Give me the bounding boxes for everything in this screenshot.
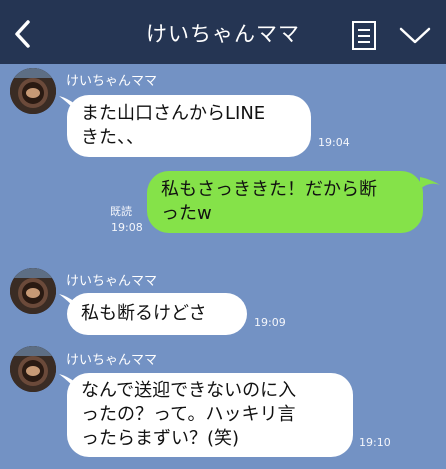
avatar[interactable] <box>10 68 56 114</box>
coffee-cup-avatar-icon <box>10 268 56 314</box>
message-text: なんで送迎できないのに入 ったの？って。ハッキリ言 ったらまずい？(笑) <box>81 380 297 449</box>
message-time: 19:09 <box>254 316 286 329</box>
message-bubble[interactable]: 私も断るけどさ <box>67 293 247 335</box>
message-text: また山口さんからLINE きた、、 <box>81 103 266 148</box>
chat-header: けいちゃんママ <box>0 0 446 64</box>
message-time: 19:04 <box>318 136 350 149</box>
note-menu-button[interactable] <box>350 20 378 52</box>
message-time: 19:08 <box>111 221 143 234</box>
message-time: 19:10 <box>359 436 391 449</box>
avatar[interactable] <box>10 268 56 314</box>
message-text: 私もさっききた！だから断 ったw <box>161 179 377 224</box>
bubble-tail <box>420 177 440 189</box>
message-text: 私も断るけどさ <box>81 303 207 324</box>
message-bubble[interactable]: また山口さんからLINE きた、、 <box>67 95 311 157</box>
avatar[interactable] <box>10 346 56 392</box>
sender-name: けいちゃんママ <box>66 353 158 368</box>
sender-name: けいちゃんママ <box>66 274 158 289</box>
coffee-cup-avatar-icon <box>10 346 56 392</box>
chevron-down-icon <box>399 27 431 44</box>
message-bubble[interactable]: なんで送迎できないのに入 ったの？って。ハッキリ言 ったらまずい？(笑) <box>67 373 353 457</box>
coffee-cup-avatar-icon <box>10 68 56 114</box>
read-receipt: 既読 <box>110 205 132 218</box>
note-menu-icon <box>352 21 376 50</box>
expand-button[interactable] <box>398 24 432 46</box>
sender-name: けいちゃんママ <box>66 74 158 89</box>
chat-title: けいちゃんママ <box>146 22 300 46</box>
message-bubble[interactable]: 私もさっききた！だから断 ったw <box>147 171 423 233</box>
